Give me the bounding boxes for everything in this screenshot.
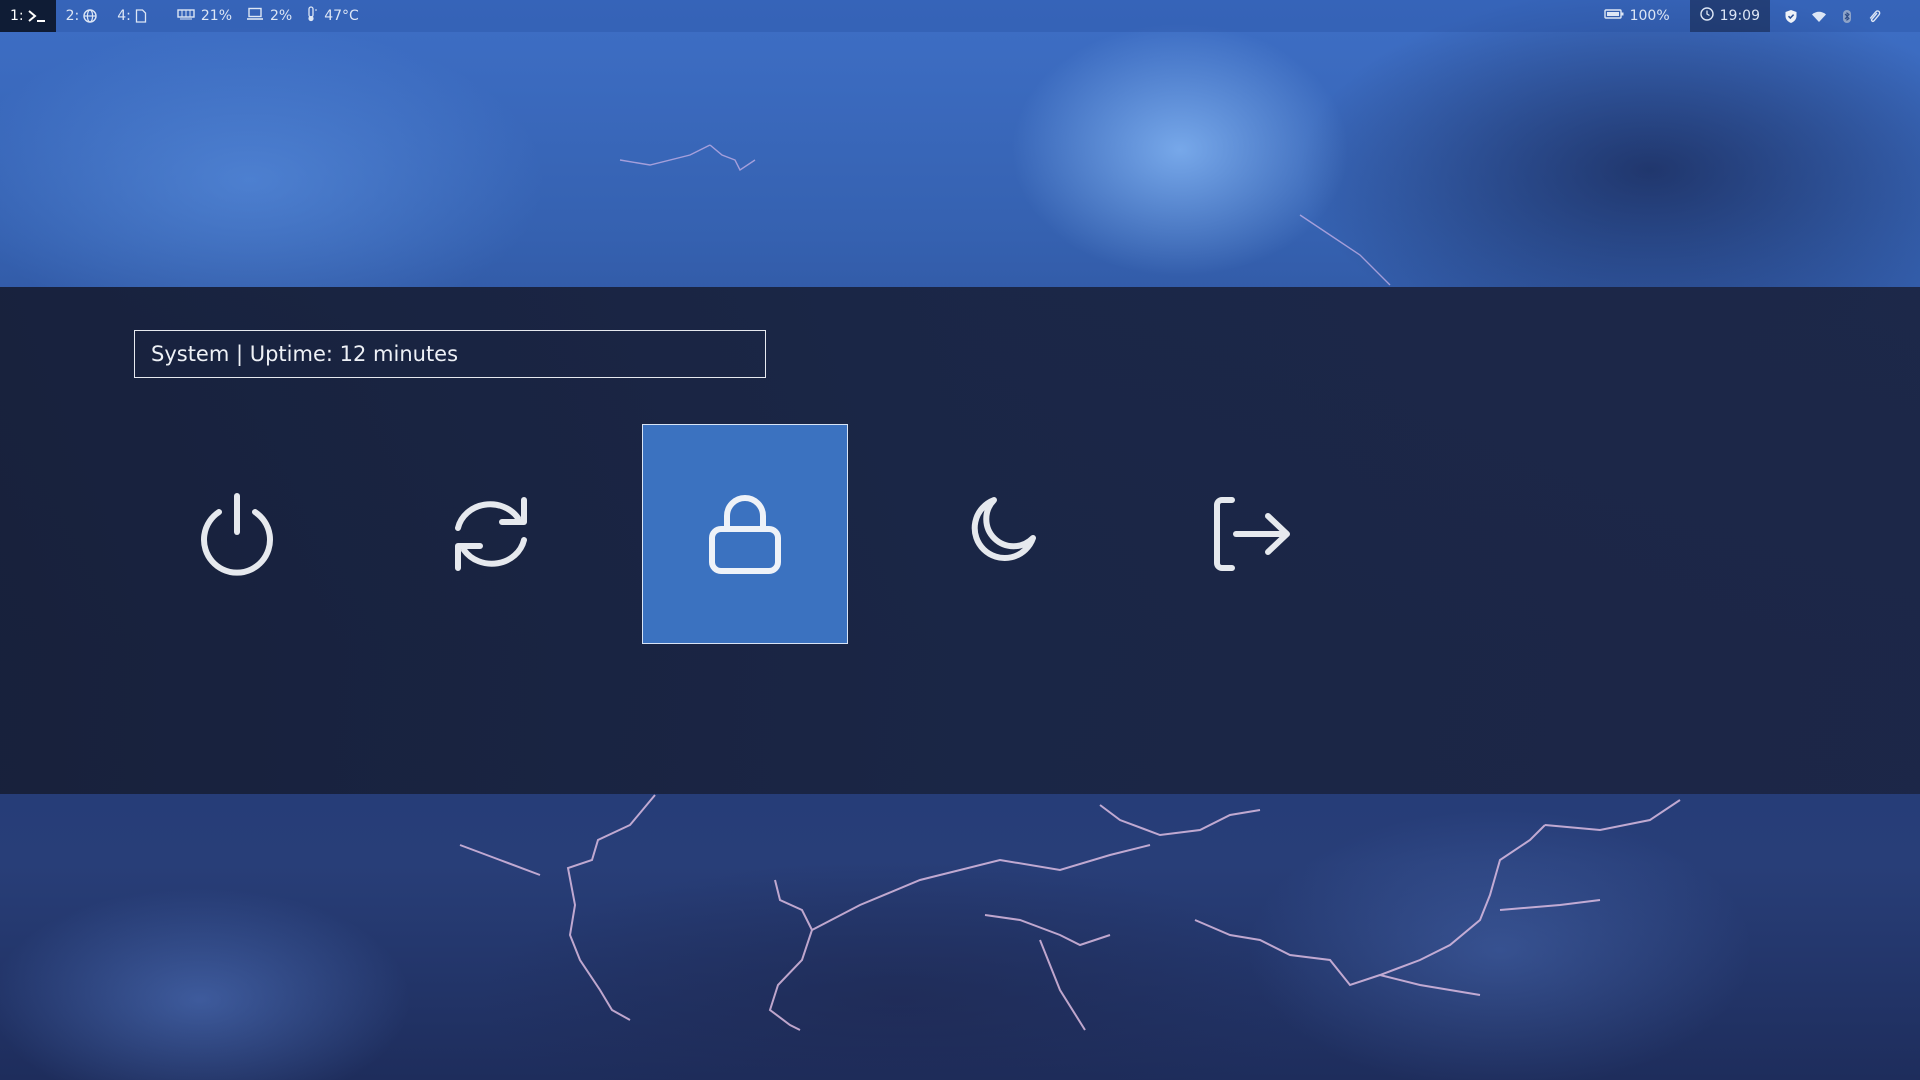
paperclip-icon[interactable] — [1867, 9, 1881, 24]
shield-icon[interactable] — [1784, 9, 1798, 24]
lock-option[interactable] — [642, 424, 848, 644]
clock-value: 19:09 — [1719, 8, 1760, 24]
workspace-1-label: 1: — [10, 8, 24, 24]
bluetooth-icon[interactable] — [1840, 9, 1854, 24]
terminal-icon — [27, 9, 46, 23]
memory-module: 21% — [177, 8, 232, 24]
clock-module[interactable]: 19:09 — [1689, 0, 1770, 32]
refresh-icon — [446, 494, 536, 574]
top-status-bar: 1: 2: 4: 21% 2% 47°C 100% 19:09 — [0, 0, 1920, 32]
power-menu-prompt: System | Uptime: 12 minutes — [134, 330, 766, 378]
laptop-icon — [246, 7, 264, 25]
cpu-value: 2% — [270, 8, 293, 24]
battery-icon — [1603, 8, 1624, 24]
suspend-option[interactable] — [896, 424, 1102, 644]
thermometer-icon — [306, 6, 318, 26]
globe-icon — [83, 9, 97, 23]
logout-option[interactable] — [1150, 424, 1356, 644]
temperature-value: 47°C — [324, 8, 359, 24]
wifi-icon[interactable] — [1811, 10, 1827, 23]
file-icon — [135, 9, 147, 23]
flag-de-icon[interactable] — [1894, 11, 1910, 22]
workspace-1-button[interactable]: 1: — [0, 0, 56, 32]
workspace-4-button[interactable]: 4: — [107, 0, 157, 32]
clock-icon — [1699, 7, 1714, 25]
workspace-2-label: 2: — [65, 8, 80, 24]
logout-icon — [1212, 494, 1294, 574]
battery-module: 100% — [1603, 8, 1670, 24]
battery-value: 100% — [1629, 8, 1670, 24]
workspace-4-label: 4: — [117, 8, 131, 24]
memory-value: 21% — [200, 8, 232, 24]
memory-icon — [177, 8, 195, 24]
workspace-2-button[interactable]: 2: — [56, 0, 108, 32]
system-tray — [1784, 9, 1910, 24]
shutdown-option[interactable] — [134, 424, 340, 644]
lock-icon — [707, 492, 783, 576]
cpu-module: 2% — [246, 7, 292, 25]
prompt-text: System | Uptime: 12 minutes — [151, 342, 459, 366]
moon-icon — [959, 494, 1039, 574]
temperature-module: 47°C — [306, 6, 359, 26]
power-icon — [197, 492, 277, 576]
reboot-option[interactable] — [388, 424, 594, 644]
